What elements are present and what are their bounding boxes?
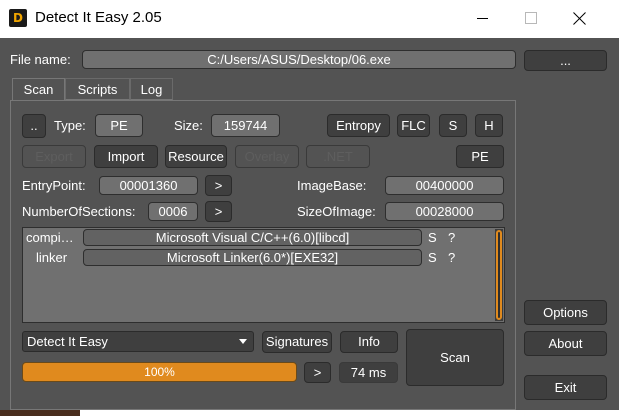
sizeofimage-label: SizeOfImage: (297, 204, 376, 219)
tab-scripts[interactable]: Scripts (65, 78, 130, 100)
about-button[interactable]: About (524, 331, 607, 356)
maximize-button[interactable] (507, 0, 553, 38)
engine-select[interactable]: Detect It Easy (22, 331, 254, 352)
exit-button[interactable]: Exit (524, 375, 607, 400)
type-label: Type: (54, 118, 86, 133)
result-signature-button[interactable]: S (428, 230, 437, 245)
result-signature-button[interactable]: S (428, 250, 437, 265)
size-label: Size: (174, 118, 203, 133)
result-type: compi… (26, 230, 74, 245)
strings-button[interactable]: S (439, 114, 467, 137)
tab-scan[interactable]: Scan (12, 78, 65, 100)
export-button[interactable]: Export (22, 145, 86, 168)
file-path-field[interactable]: C:/Users/ASUS/Desktop/06.exe (82, 50, 516, 69)
close-button[interactable] (557, 0, 603, 38)
title-bar: D Detect It Easy 2.05 (0, 0, 619, 38)
options-button[interactable]: Options (524, 300, 607, 325)
import-button[interactable]: Import (94, 145, 158, 168)
size-value[interactable]: 159744 (211, 114, 280, 137)
overlay-button[interactable]: Overlay (235, 145, 299, 168)
tab-log[interactable]: Log (130, 78, 173, 100)
info-button[interactable]: Info (340, 331, 398, 353)
taskbar-edge-dark (0, 410, 80, 416)
sections-button[interactable]: > (205, 201, 232, 222)
result-name[interactable]: Microsoft Linker(6.0*)[EXE32] (83, 249, 422, 266)
result-type: linker (36, 250, 68, 265)
app-icon: D (9, 9, 27, 27)
scan-button[interactable]: Scan (406, 329, 504, 386)
window-title: Detect It Easy 2.05 (35, 9, 162, 26)
type-value[interactable]: PE (95, 114, 143, 137)
scan-time: 74 ms (339, 362, 398, 383)
pe-button[interactable]: PE (456, 145, 504, 168)
chevron-down-icon (239, 339, 247, 344)
net-button[interactable]: .NET (306, 145, 370, 168)
browse-button[interactable]: ... (524, 50, 607, 71)
resource-button[interactable]: Resource (165, 145, 227, 168)
results-scrollbar-thumb[interactable] (496, 230, 502, 320)
entropy-button[interactable]: Entropy (327, 114, 390, 137)
flc-button[interactable]: FLC (397, 114, 430, 137)
imagebase-label: ImageBase: (297, 178, 367, 193)
entrypoint-disasm-button[interactable]: > (205, 175, 232, 196)
sizeofimage-value[interactable]: 00028000 (385, 202, 504, 221)
result-info-button[interactable]: ? (448, 250, 455, 265)
up-button[interactable]: .. (22, 114, 46, 138)
imagebase-value[interactable]: 00400000 (385, 176, 504, 195)
engine-select-value: Detect It Easy (27, 334, 108, 349)
scan-progress-bar: 100% (22, 362, 297, 382)
main-window: D Detect It Easy 2.05 File name: C:/User… (0, 0, 619, 416)
signatures-button[interactable]: Signatures (262, 331, 332, 353)
sections-label: NumberOfSections: (22, 204, 136, 219)
file-name-label: File name: (10, 52, 71, 67)
minimize-button[interactable] (459, 0, 505, 38)
result-name[interactable]: Microsoft Visual C/C++(6.0)[libcd] (83, 229, 422, 246)
taskbar-edge (0, 410, 619, 416)
entrypoint-label: EntryPoint: (22, 178, 86, 193)
result-info-button[interactable]: ? (448, 230, 455, 245)
hex-button[interactable]: H (475, 114, 503, 137)
entrypoint-value[interactable]: 00001360 (99, 176, 198, 195)
sections-value[interactable]: 0006 (148, 202, 198, 221)
progress-next-button[interactable]: > (304, 362, 331, 383)
